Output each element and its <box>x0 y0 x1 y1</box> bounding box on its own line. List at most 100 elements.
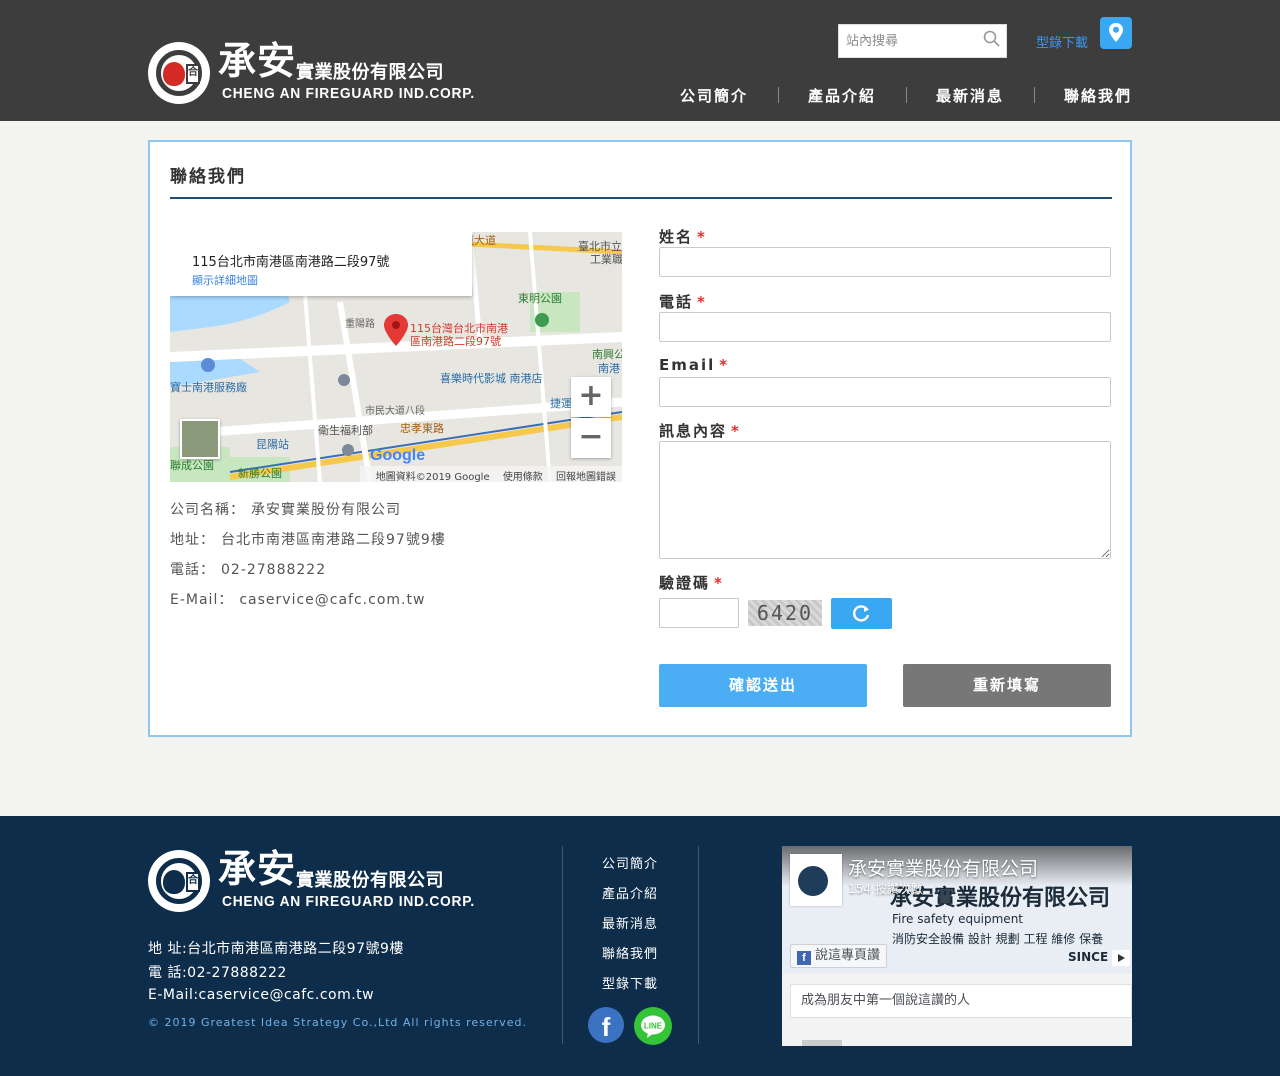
title-divider <box>170 197 1112 199</box>
footer-copyright: © 2019 Greatest Idea Strategy Co.,Ltd Al… <box>148 1016 527 1029</box>
footer-address: 地 址:台北市南港區南港路二段97號9樓 <box>148 941 404 957</box>
google-logo: Google <box>370 447 425 465</box>
page-title: 聯絡我們 <box>170 167 246 187</box>
map-detail-link[interactable]: 顯示詳細地圖 <box>192 272 258 288</box>
fb-friends-prompt: 成為朋友中第一個說這讚的人 <box>790 984 1132 1018</box>
map-terms-link[interactable]: 使用條款 <box>503 472 543 482</box>
fb-page-avatar[interactable] <box>790 854 842 906</box>
map-zoom-in-button[interactable]: + <box>571 377 611 417</box>
svg-text:115台灣台北市南港: 115台灣台北市南港 <box>410 321 508 335</box>
submit-button[interactable]: 確認送出 <box>659 664 867 707</box>
footer-link-products[interactable]: 產品介紹 <box>602 883 658 902</box>
fb-page-name[interactable]: 承安實業股份有限公司 <box>848 854 1038 881</box>
facebook-page-widget[interactable]: 承安實業股份有限公司 Fire safety equipment 消防安全設備 … <box>782 846 1132 1046</box>
info-phone: 電話： 02-27888222 <box>170 562 327 578</box>
svg-text:喜樂時代影城 南港店: 喜樂時代影城 南港店 <box>440 371 543 385</box>
fb-video-icon[interactable] <box>1112 950 1130 966</box>
fb-cover-services: 消防安全設備 設計 規劃 工程 維修 保養 <box>892 932 1104 946</box>
email-field[interactable] <box>659 377 1111 407</box>
map-copyright: 地圖資料©2019 Google <box>375 472 490 482</box>
nav-item-about[interactable]: 公司簡介 <box>650 85 778 106</box>
info-address: 地址： 台北市南港區南港路二段97號9樓 <box>170 532 446 548</box>
svg-text:昆陽站: 昆陽站 <box>256 437 289 451</box>
logo-emblem-icon: 合 <box>148 42 210 104</box>
refresh-icon <box>853 605 870 622</box>
google-logo-text: Google <box>370 447 426 464</box>
svg-text:區南港路二段97號: 區南港路二段97號 <box>410 334 501 348</box>
svg-text:重陽路: 重陽路 <box>345 317 375 330</box>
info-email: E-Mail： caservice@cafc.com.tw <box>170 592 426 608</box>
google-map[interactable]: 115台灣台北市南港 區南港路二段97號 環東大道 東明公園 喜樂時代影城 南港… <box>170 232 622 482</box>
map-pin-icon <box>1109 23 1123 42</box>
phone-label: 電話 * <box>659 293 707 311</box>
site-logo[interactable]: 合 承安 實業股份有限公司 CHENG AN FIREGUARD IND.COR… <box>148 39 474 104</box>
captcha-image: 6420 <box>748 600 822 626</box>
nav-item-news[interactable]: 最新消息 <box>906 85 1034 106</box>
footer-phone: 電 話:02-27888222 <box>148 965 287 981</box>
message-label: 訊息內容 * <box>659 422 741 440</box>
footer-link-about[interactable]: 公司簡介 <box>602 853 658 872</box>
line-logo-icon: LINE <box>641 1015 665 1038</box>
footer-divider <box>562 846 563 1044</box>
fb-cover-since: SINCE <box>1068 950 1109 964</box>
svg-text:衛生福利部: 衛生福利部 <box>318 423 373 437</box>
svg-text:寶士南港服務廠: 寶士南港服務廠 <box>170 380 247 394</box>
search-input[interactable] <box>839 25 979 57</box>
logo-chinese-suffix: 實業股份有限公司 <box>296 62 444 83</box>
line-icon[interactable]: LINE <box>634 1007 672 1045</box>
main-nav: 公司簡介 產品介紹 最新消息 聯絡我們 <box>650 84 1132 106</box>
facebook-small-icon: f <box>797 951 811 965</box>
fb-cover-subtitle: Fire safety equipment <box>892 912 1024 926</box>
map-footer: 地圖資料©2019 Google 使用條款 回報地圖錯誤 <box>359 466 622 482</box>
svg-text:聯成公園: 聯成公園 <box>170 459 214 472</box>
site-search <box>838 24 1007 58</box>
map-satellite-toggle[interactable] <box>180 419 220 459</box>
catalog-download-link[interactable]: 型錄下載 <box>1036 32 1088 51</box>
nav-item-products[interactable]: 產品介紹 <box>778 85 906 106</box>
logo-emblem-icon: 合 <box>148 850 210 912</box>
nav-item-contact[interactable]: 聯絡我們 <box>1034 85 1132 106</box>
footer-divider <box>698 846 699 1044</box>
map-info-card: 115台北市南港區南港路二段97號 顯示詳細地圖 <box>170 232 472 296</box>
captcha-label: 驗證碼 * <box>659 574 724 592</box>
svg-text:工業職: 工業職 <box>590 253 622 266</box>
footer-link-contact[interactable]: 聯絡我們 <box>602 943 658 962</box>
name-label: 姓名 * <box>659 228 707 246</box>
reset-button[interactable]: 重新填寫 <box>903 664 1111 707</box>
contact-panel: 聯絡我們 115台灣台北市南港 區南港路二段97號 環東大道 東明公園 喜樂時代… <box>148 140 1132 737</box>
logo-chinese-suffix: 實業股份有限公司 <box>296 870 444 891</box>
logo-chinese-name: 承安 <box>218 39 297 83</box>
map-report-link[interactable]: 回報地圖錯誤 <box>556 472 616 482</box>
captcha-field[interactable] <box>659 598 739 628</box>
footer-link-news[interactable]: 最新消息 <box>602 913 658 932</box>
map-zoom-out-button[interactable]: − <box>571 418 611 458</box>
phone-field[interactable] <box>659 312 1111 342</box>
svg-text:忠孝東路: 忠孝東路 <box>400 422 444 435</box>
site-footer: 合 承安 實業股份有限公司 CHENG AN FIREGUARD IND.COR… <box>0 816 1280 1076</box>
svg-text:捷運: 捷運 <box>550 396 572 410</box>
svg-text:新勝公園: 新勝公園 <box>238 466 282 480</box>
footer-logo[interactable]: 合 承安 實業股份有限公司 CHENG AN FIREGUARD IND.COR… <box>148 847 474 912</box>
fb-like-page-button[interactable]: f 說這專頁讚 <box>790 944 888 968</box>
footer-link-catalog[interactable]: 型錄下載 <box>602 973 658 992</box>
svg-text:南興公: 南興公 <box>592 348 622 361</box>
site-header: 合 承安 實業股份有限公司 CHENG AN FIREGUARD IND.COR… <box>0 0 1280 121</box>
info-company: 公司名稱： 承安實業股份有限公司 <box>170 502 401 518</box>
search-icon[interactable] <box>982 29 1002 49</box>
svg-text:臺北市立: 臺北市立 <box>578 239 622 253</box>
logo-english-name: CHENG AN FIREGUARD IND.CORP. <box>222 893 475 910</box>
email-label: Email * <box>659 356 730 374</box>
logo-english-name: CHENG AN FIREGUARD IND.CORP. <box>222 85 475 102</box>
svg-text:市民大道八段: 市民大道八段 <box>365 404 425 417</box>
name-field[interactable] <box>659 247 1111 277</box>
map-card-address: 115台北市南港區南港路二段97號 <box>192 255 390 270</box>
location-button[interactable] <box>1100 17 1132 49</box>
footer-email: E-Mail:caservice@cafc.com.tw <box>148 987 375 1003</box>
logo-chinese-name: 承安 <box>218 847 297 891</box>
svg-text:南港: 南港 <box>598 362 620 375</box>
fb-like-count: 154 按讚次數 <box>848 882 923 896</box>
svg-text:LINE: LINE <box>644 1022 663 1031</box>
message-field[interactable] <box>659 441 1111 559</box>
facebook-icon[interactable]: f <box>588 1007 624 1043</box>
captcha-refresh-button[interactable] <box>831 598 892 629</box>
